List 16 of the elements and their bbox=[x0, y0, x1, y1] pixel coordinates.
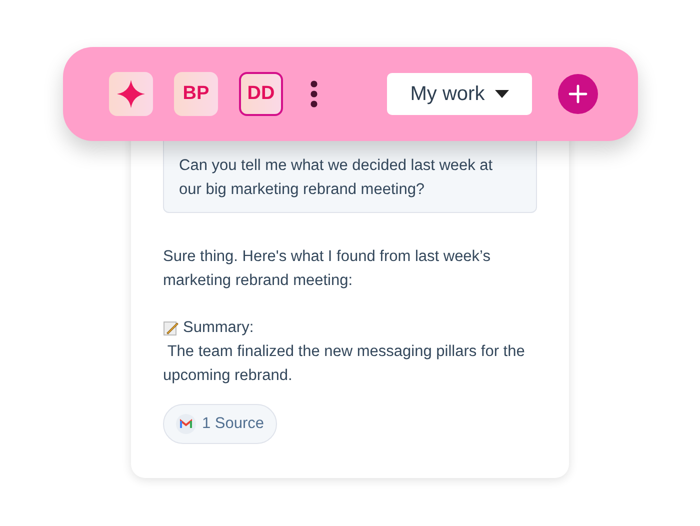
sparkle-icon bbox=[116, 79, 146, 109]
memo-icon bbox=[163, 320, 179, 336]
sources-button[interactable]: 1 Source bbox=[163, 404, 278, 444]
avatar-button[interactable]: BP bbox=[174, 72, 218, 116]
avatar-button[interactable]: DD bbox=[239, 72, 283, 116]
view-dropdown[interactable]: My work bbox=[387, 73, 532, 115]
add-button[interactable] bbox=[558, 74, 598, 114]
more-icon[interactable] bbox=[310, 80, 318, 108]
plus-icon bbox=[568, 84, 588, 104]
summary-label: Summary: bbox=[183, 318, 254, 338]
mail-icon bbox=[176, 414, 196, 434]
sparkle-button[interactable] bbox=[109, 72, 153, 116]
question-text: Can you tell me what we decided last week at our big marketing rebrand meeting? bbox=[179, 156, 494, 200]
answer-text: Sure thing. Here's what I found from last week’s marketing rebrand meeting: bbox=[163, 247, 492, 291]
summary-text: The team finalized the new messaging pillars for the upcoming rebrand. bbox=[163, 342, 526, 386]
caret-icon bbox=[494, 90, 509, 98]
